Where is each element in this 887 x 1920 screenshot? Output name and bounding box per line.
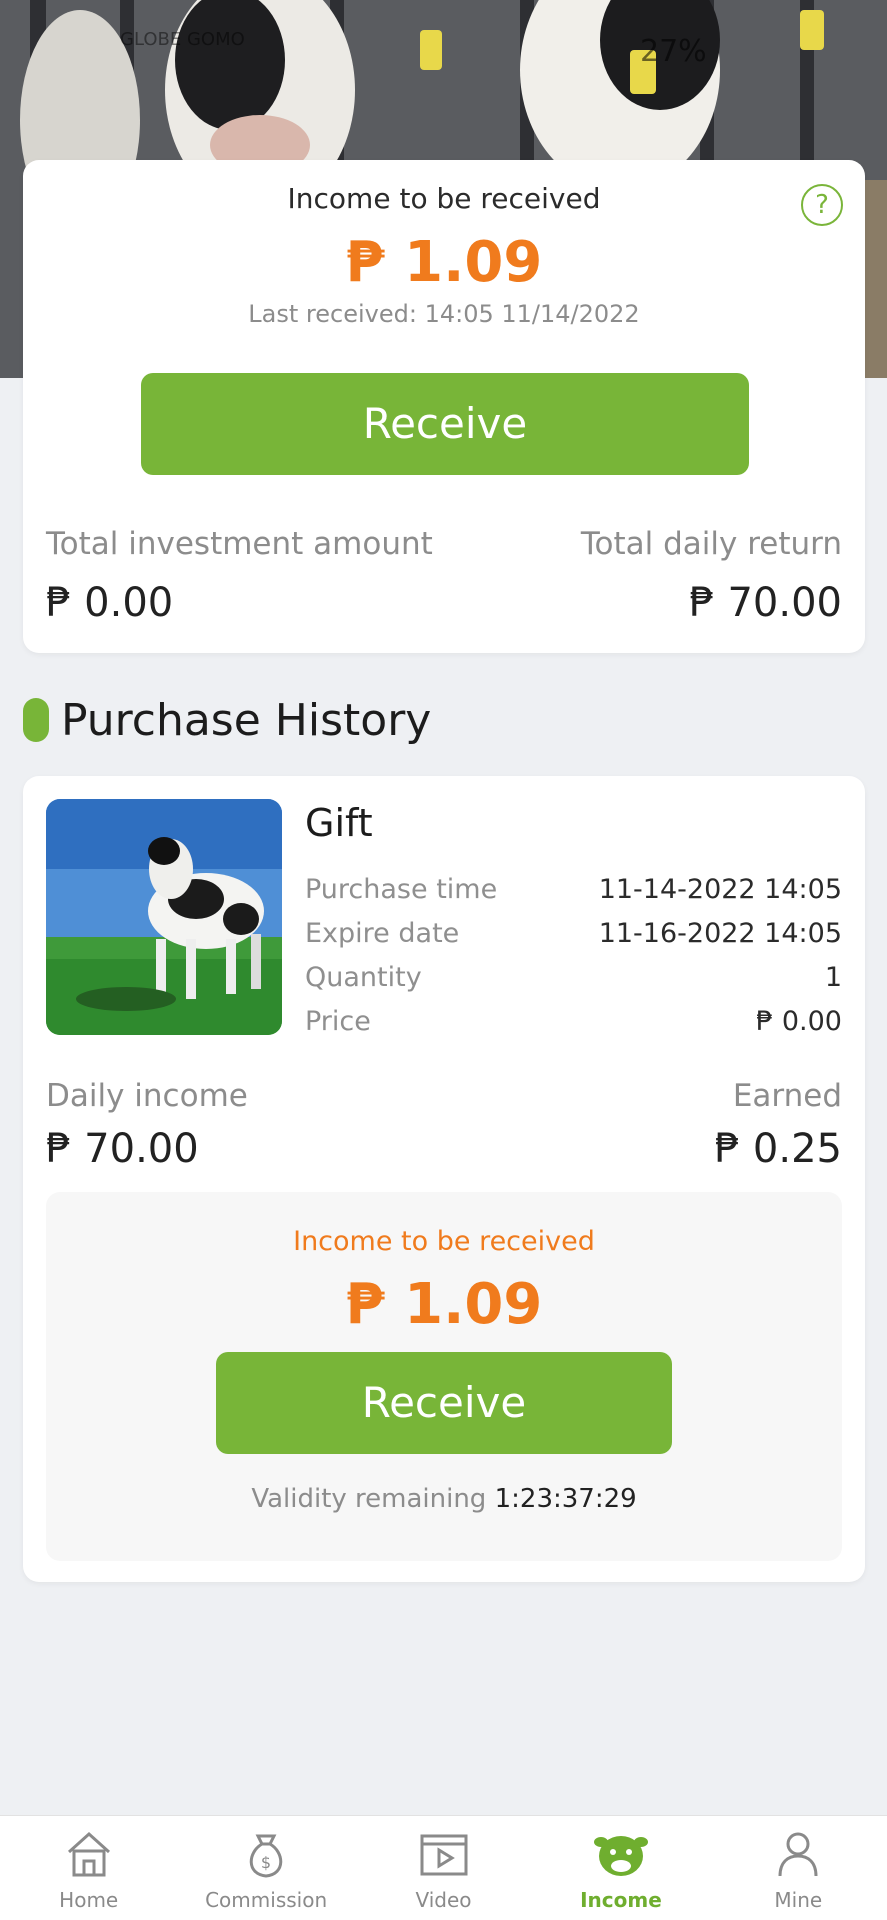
pending-income-title: Income to be received [293, 1226, 595, 1257]
total-daily-return-value: ₱ 70.00 [689, 580, 842, 626]
video-icon [420, 1834, 468, 1876]
battery-level: 27% [640, 34, 707, 69]
tab-label-home: Home [59, 1888, 119, 1912]
income-summary-card: Income to be received ? ₱ 1.09 Last rece… [23, 160, 865, 653]
quantity-label: Quantity [305, 962, 422, 993]
user-icon [778, 1832, 818, 1877]
receive-button[interactable]: Receive [141, 373, 749, 475]
total-investment-label: Total investment amount [46, 526, 433, 562]
tab-income[interactable]: Income [532, 1816, 709, 1920]
svg-text:$: $ [261, 1853, 271, 1872]
section-marker [23, 698, 49, 742]
cow-icon [593, 1836, 648, 1876]
purchase-history-title: Purchase History [61, 694, 432, 746]
section-heading: Purchase History [23, 694, 432, 746]
home-icon [67, 1831, 110, 1877]
expire-date-label: Expire date [305, 918, 460, 949]
pending-income-amount: ₱ 1.09 [345, 1272, 543, 1337]
purchase-card: Gift Purchase time 11-14-2022 14:05 Expi… [23, 776, 865, 1582]
purchase-time-label: Purchase time [305, 874, 498, 905]
tab-commission[interactable]: $ Commission [177, 1816, 354, 1920]
tab-label-commission: Commission [205, 1888, 328, 1912]
bottom-tab-bar: Home $ Commission Video Income Mine [0, 1815, 887, 1920]
carrier-label: GLOBE GOMO [120, 29, 245, 50]
last-received-text: Last received: 14:05 11/14/2022 [248, 300, 640, 328]
receive-purchase-button[interactable]: Receive [216, 1352, 672, 1454]
total-daily-return-label: Total daily return [580, 526, 842, 562]
validity-countdown: 1:23:37:29 [494, 1484, 637, 1514]
income-pending-amount: ₱ 1.09 [345, 230, 543, 295]
tab-home[interactable]: Home [0, 1816, 177, 1920]
tab-mine[interactable]: Mine [710, 1816, 887, 1920]
income-pending-title: Income to be received [287, 182, 601, 215]
purchase-time-value: 11-14-2022 14:05 [598, 874, 842, 905]
earned-label: Earned [732, 1078, 842, 1114]
price-label: Price [305, 1006, 371, 1037]
expire-date-value: 11-16-2022 14:05 [598, 918, 842, 949]
income-page: GLOBE GOMO 27% Income to be received ? ₱… [0, 0, 887, 1920]
total-investment-value: ₱ 0.00 [46, 580, 174, 626]
earned-value: ₱ 0.25 [714, 1126, 842, 1172]
tab-label-video: Video [415, 1888, 472, 1912]
tab-video[interactable]: Video [355, 1816, 532, 1920]
help-icon[interactable]: ? [801, 184, 843, 226]
validity-remaining: Validity remaining 1:23:37:29 [46, 1484, 842, 1514]
tab-label-income: Income [580, 1888, 662, 1912]
tab-label-mine: Mine [774, 1888, 823, 1912]
product-image [46, 799, 282, 1035]
daily-income-value: ₱ 70.00 [46, 1126, 199, 1172]
quantity-value: 1 [824, 962, 842, 993]
validity-label: Validity remaining [251, 1484, 487, 1514]
money-bag-icon: $ [249, 1834, 283, 1878]
price-value: ₱ 0.00 [756, 1006, 842, 1037]
product-name: Gift [305, 801, 373, 845]
status-bar: GLOBE GOMO 27% [0, 18, 887, 88]
cow-in-field-image [46, 799, 282, 1035]
pending-income-panel: Income to be received ₱ 1.09 Receive Val… [46, 1192, 842, 1561]
daily-income-label: Daily income [46, 1078, 248, 1114]
